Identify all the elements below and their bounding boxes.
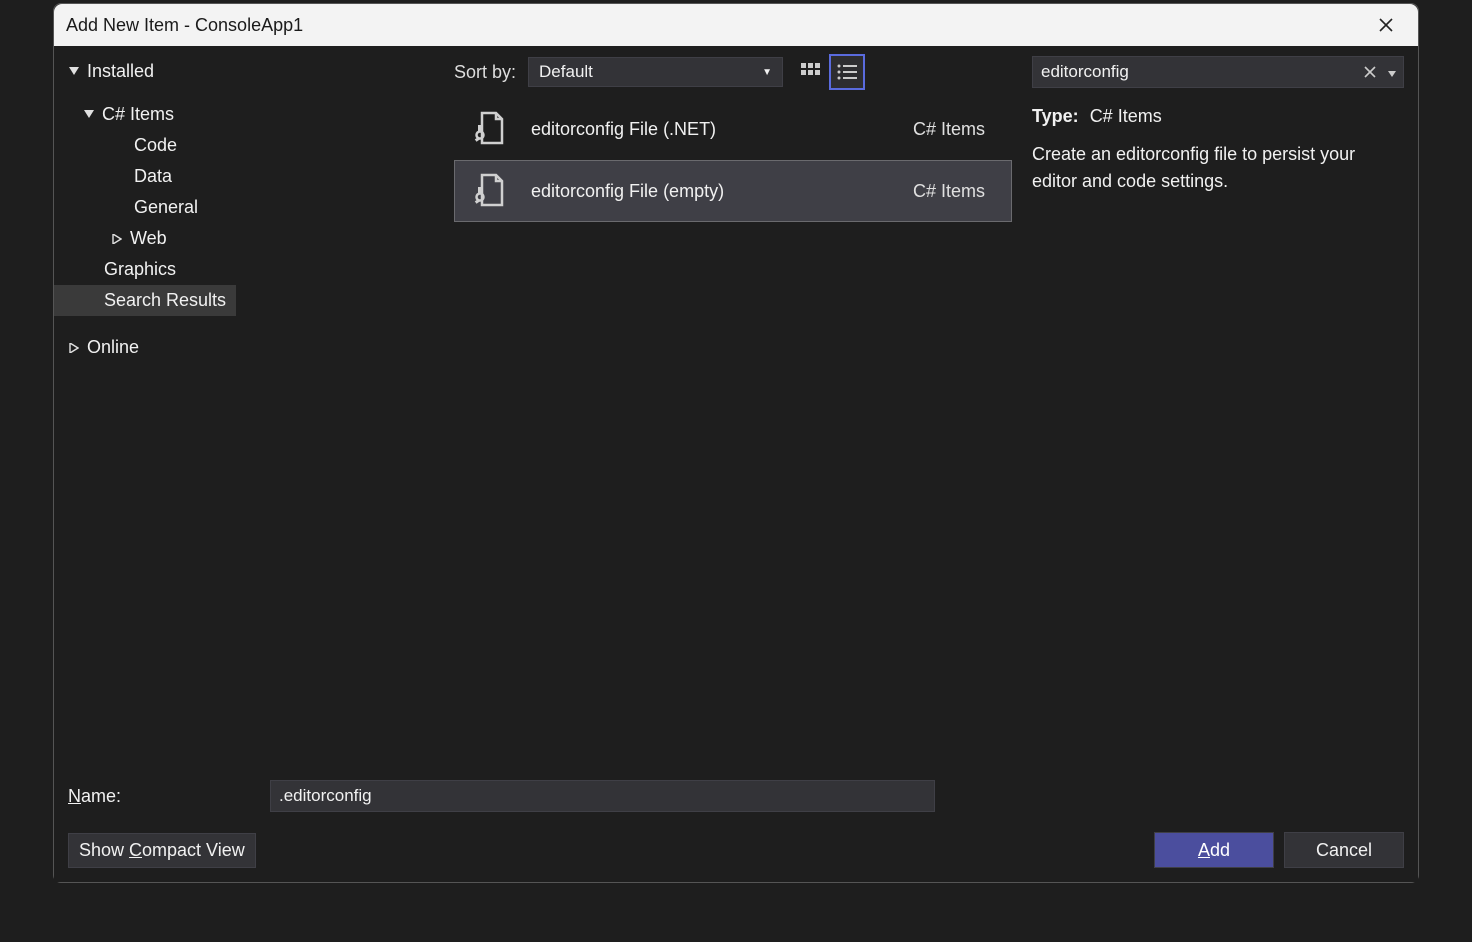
add-button[interactable]: Add [1154,832,1274,868]
details-pane: Type: C# Items Create an editorconfig fi… [1018,46,1418,768]
tree-installed[interactable]: Installed [54,56,454,87]
type-label: Type: [1032,106,1079,126]
tree-data[interactable]: Data [54,161,454,192]
sort-by-value: Default [539,62,593,82]
tree-csharp-items[interactable]: C# Items [54,99,454,130]
tree-label: Graphics [104,259,176,280]
template-name: editorconfig File (empty) [531,181,893,202]
tree-label: Search Results [104,290,226,311]
category-tree: Installed C# Items Code Data General W [54,46,454,768]
close-icon [1364,66,1376,78]
template-description: Create an editorconfig file to persist y… [1032,141,1404,195]
tree-label: Installed [87,61,154,82]
grid-icon [801,63,821,81]
tree-label: Code [134,135,177,156]
sort-by-label: Sort by: [454,62,516,83]
title-bar: Add New Item - ConsoleApp1 [54,4,1418,46]
config-file-icon [465,106,511,152]
template-item-editorconfig-dotnet[interactable]: editorconfig File (.NET) C# Items [454,98,1012,160]
search-options-dropdown[interactable] [1381,62,1403,83]
show-compact-view-button[interactable]: Show Compact View [68,833,256,868]
name-row: Name: [54,768,1418,824]
dialog-title: Add New Item - ConsoleApp1 [66,15,1366,36]
button-row: Show Compact View Add Cancel [54,824,1418,882]
tree-label: Data [134,166,172,187]
template-item-editorconfig-empty[interactable]: editorconfig File (empty) C# Items [454,160,1012,222]
tree-web[interactable]: Web [54,223,454,254]
templates-toolbar: Sort by: Default ▼ [454,46,1018,98]
tree-online[interactable]: Online [54,332,454,363]
tree-label: C# Items [102,104,174,125]
tree-label: Online [87,337,139,358]
chevron-down-icon [84,110,96,120]
name-label: Name: [68,786,258,807]
tree-general[interactable]: General [54,192,454,223]
clear-search-button[interactable] [1359,62,1381,83]
tree-search-results[interactable]: Search Results [54,285,236,316]
chevron-right-icon [112,234,124,244]
view-medium-icons-button[interactable] [795,56,827,88]
close-button[interactable] [1366,5,1406,45]
search-input[interactable] [1033,62,1359,82]
config-file-icon [465,168,511,214]
name-input[interactable] [270,780,935,812]
tree-code[interactable]: Code [54,130,454,161]
template-category: C# Items [913,119,985,140]
view-small-icons-button[interactable] [831,56,863,88]
chevron-right-icon [69,343,81,353]
template-category: C# Items [913,181,985,202]
chevron-down-icon: ▼ [762,67,772,78]
type-value: C# Items [1090,106,1162,126]
tree-label: Web [130,228,167,249]
close-icon [1379,18,1393,32]
template-list: editorconfig File (.NET) C# Items editor… [454,98,1018,768]
search-box[interactable] [1032,56,1404,88]
add-new-item-dialog: Add New Item - ConsoleApp1 Installed C# … [53,3,1419,883]
list-icon [837,63,857,81]
sort-by-dropdown[interactable]: Default ▼ [528,57,783,87]
cancel-button[interactable]: Cancel [1284,832,1404,868]
chevron-down-icon [1388,70,1396,78]
tree-graphics[interactable]: Graphics [54,254,454,285]
tree-label: General [134,197,198,218]
template-name: editorconfig File (.NET) [531,119,893,140]
chevron-down-icon [69,67,81,77]
